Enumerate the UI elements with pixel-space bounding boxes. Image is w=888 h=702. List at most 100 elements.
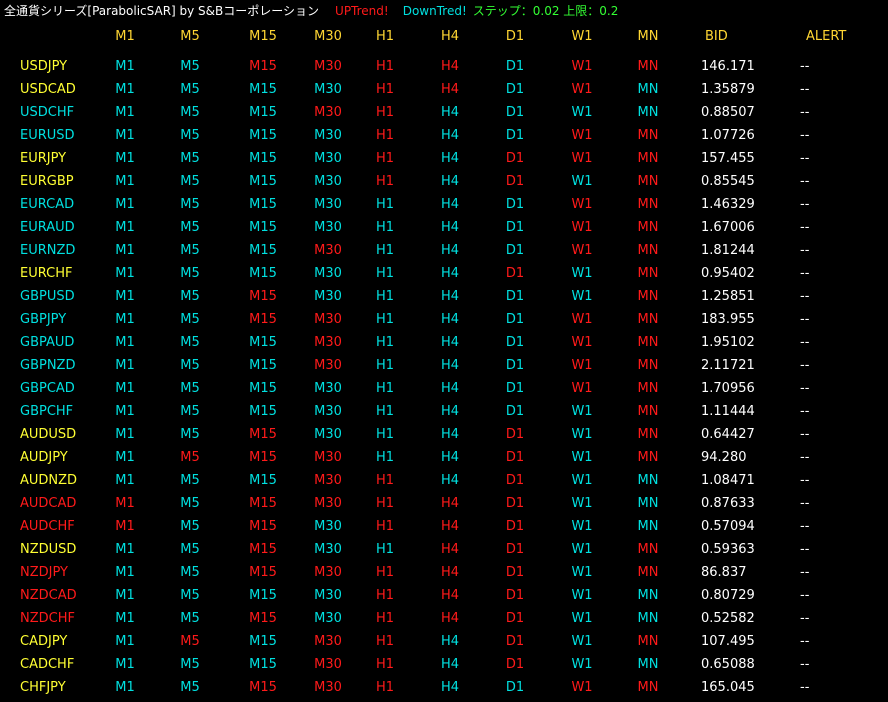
- pair-name: NZDJPY: [20, 565, 68, 580]
- pair-name: GBPNZD: [20, 358, 76, 373]
- table-row: AUDJPY M1 M5 M15 M30 H1 H4 D1 W1 MN 94.280 --: [0, 446, 888, 469]
- trend-cell-m5: M5: [180, 289, 200, 304]
- trend-cell-mn: MN: [637, 82, 659, 97]
- trend-cell-mn: MN: [637, 634, 659, 649]
- trend-cell-m30: M30: [314, 59, 342, 74]
- trend-cell-w1: W1: [571, 358, 593, 373]
- alert-value: --: [800, 473, 810, 488]
- trend-cell-mn: MN: [637, 128, 659, 143]
- trend-cell-d1: D1: [505, 427, 525, 442]
- trend-cell-h1: H1: [375, 381, 395, 396]
- trend-cell-d1: D1: [505, 680, 525, 695]
- trend-cell-m15: M15: [249, 381, 277, 396]
- trend-cell-h1: H1: [375, 197, 395, 212]
- alert-value: --: [800, 197, 810, 212]
- trend-cell-m5: M5: [180, 59, 200, 74]
- trend-cell-m15: M15: [249, 312, 277, 327]
- alert-value: --: [800, 496, 810, 511]
- trend-cell-m5: M5: [180, 105, 200, 120]
- table-row: EURCAD M1 M5 M15 M30 H1 H4 D1 W1 MN 1.46329 --: [0, 193, 888, 216]
- trend-cell-m15: M15: [249, 174, 277, 189]
- trend-cell-m1: M1: [115, 197, 135, 212]
- table-row: EURCHF M1 M5 M15 M30 H1 H4 D1 W1 MN 0.95402 --: [0, 262, 888, 285]
- trend-cell-h1: H1: [375, 427, 395, 442]
- trend-cell-w1: W1: [571, 151, 593, 166]
- trend-cell-m30: M30: [314, 450, 342, 465]
- trend-cell-w1: W1: [571, 128, 593, 143]
- trend-cell-h1: H1: [375, 634, 395, 649]
- trend-cell-m15: M15: [249, 151, 277, 166]
- bid-value: 107.495: [701, 634, 755, 649]
- table-row: CHFJPY M1 M5 M15 M30 H1 H4 D1 W1 MN 165.045 --: [0, 676, 888, 699]
- trend-cell-m5: M5: [180, 151, 200, 166]
- table-row: USDJPY M1 M5 M15 M30 H1 H4 D1 W1 MN 146.171 --: [0, 55, 888, 78]
- pair-name: NZDCAD: [20, 588, 77, 603]
- table-row: AUDUSD M1 M5 M15 M30 H1 H4 D1 W1 MN 0.64427 --: [0, 423, 888, 446]
- trend-cell-d1: D1: [505, 657, 525, 672]
- trend-cell-m5: M5: [180, 565, 200, 580]
- bid-value: 1.11444: [701, 404, 755, 419]
- alert-value: --: [800, 243, 810, 258]
- trend-cell-d1: D1: [505, 450, 525, 465]
- trend-cell-h4: H4: [440, 542, 460, 557]
- trend-cell-m30: M30: [314, 358, 342, 373]
- trend-cell-mn: MN: [637, 381, 659, 396]
- trend-cell-m30: M30: [314, 335, 342, 350]
- trend-cell-w1: W1: [571, 634, 593, 649]
- trend-cell-h4: H4: [440, 657, 460, 672]
- trend-cell-m15: M15: [249, 496, 277, 511]
- trend-cell-w1: W1: [571, 519, 593, 534]
- alert-value: --: [800, 519, 810, 534]
- trend-cell-m15: M15: [249, 128, 277, 143]
- alert-value: --: [800, 381, 810, 396]
- trend-cell-w1: W1: [571, 312, 593, 327]
- trend-cell-mn: MN: [637, 243, 659, 258]
- trend-cell-m15: M15: [249, 82, 277, 97]
- trend-cell-m15: M15: [249, 542, 277, 557]
- pair-name: NZDCHF: [20, 611, 75, 626]
- trend-cell-mn: MN: [637, 427, 659, 442]
- trend-cell-m5: M5: [180, 243, 200, 258]
- alert-value: --: [800, 358, 810, 373]
- trend-cell-w1: W1: [571, 105, 593, 120]
- bid-value: 1.35879: [701, 82, 755, 97]
- trend-cell-d1: D1: [505, 220, 525, 235]
- trend-cell-h1: H1: [375, 358, 395, 373]
- bid-value: 0.88507: [701, 105, 755, 120]
- alert-value: --: [800, 657, 810, 672]
- bid-value: 2.11721: [701, 358, 755, 373]
- trend-cell-h1: H1: [375, 220, 395, 235]
- trend-cell-w1: W1: [571, 611, 593, 626]
- trend-cell-m5: M5: [180, 82, 200, 97]
- trend-cell-h4: H4: [440, 565, 460, 580]
- trend-cell-d1: D1: [505, 266, 525, 281]
- bid-value: 1.95102: [701, 335, 755, 350]
- pair-name: GBPUSD: [20, 289, 75, 304]
- alert-value: --: [800, 82, 810, 97]
- trend-cell-d1: D1: [505, 174, 525, 189]
- trend-cell-m15: M15: [249, 197, 277, 212]
- alert-value: --: [800, 174, 810, 189]
- trend-cell-m15: M15: [249, 657, 277, 672]
- header-mn: MN: [637, 29, 659, 44]
- table-row: GBPCAD M1 M5 M15 M30 H1 H4 D1 W1 MN 1.70956 --: [0, 377, 888, 400]
- trend-cell-h1: H1: [375, 289, 395, 304]
- pair-name: USDCHF: [20, 105, 75, 120]
- table-row: EURJPY M1 M5 M15 M30 H1 H4 D1 W1 MN 157.455 --: [0, 147, 888, 170]
- bid-value: 1.81244: [701, 243, 755, 258]
- bid-value: 1.70956: [701, 381, 755, 396]
- alert-value: --: [800, 312, 810, 327]
- trend-cell-m5: M5: [180, 427, 200, 442]
- trend-cell-m30: M30: [314, 680, 342, 695]
- bid-value: 0.57094: [701, 519, 755, 534]
- trend-cell-m1: M1: [115, 105, 135, 120]
- alert-value: --: [800, 266, 810, 281]
- trend-cell-m5: M5: [180, 542, 200, 557]
- trend-cell-m1: M1: [115, 266, 135, 281]
- trend-cell-m5: M5: [180, 358, 200, 373]
- trend-cell-m1: M1: [115, 82, 135, 97]
- alert-value: --: [800, 588, 810, 603]
- table-row: NZDCAD M1 M5 M15 M30 H1 H4 D1 W1 MN 0.80729 --: [0, 584, 888, 607]
- trend-cell-m30: M30: [314, 289, 342, 304]
- trend-cell-h4: H4: [440, 289, 460, 304]
